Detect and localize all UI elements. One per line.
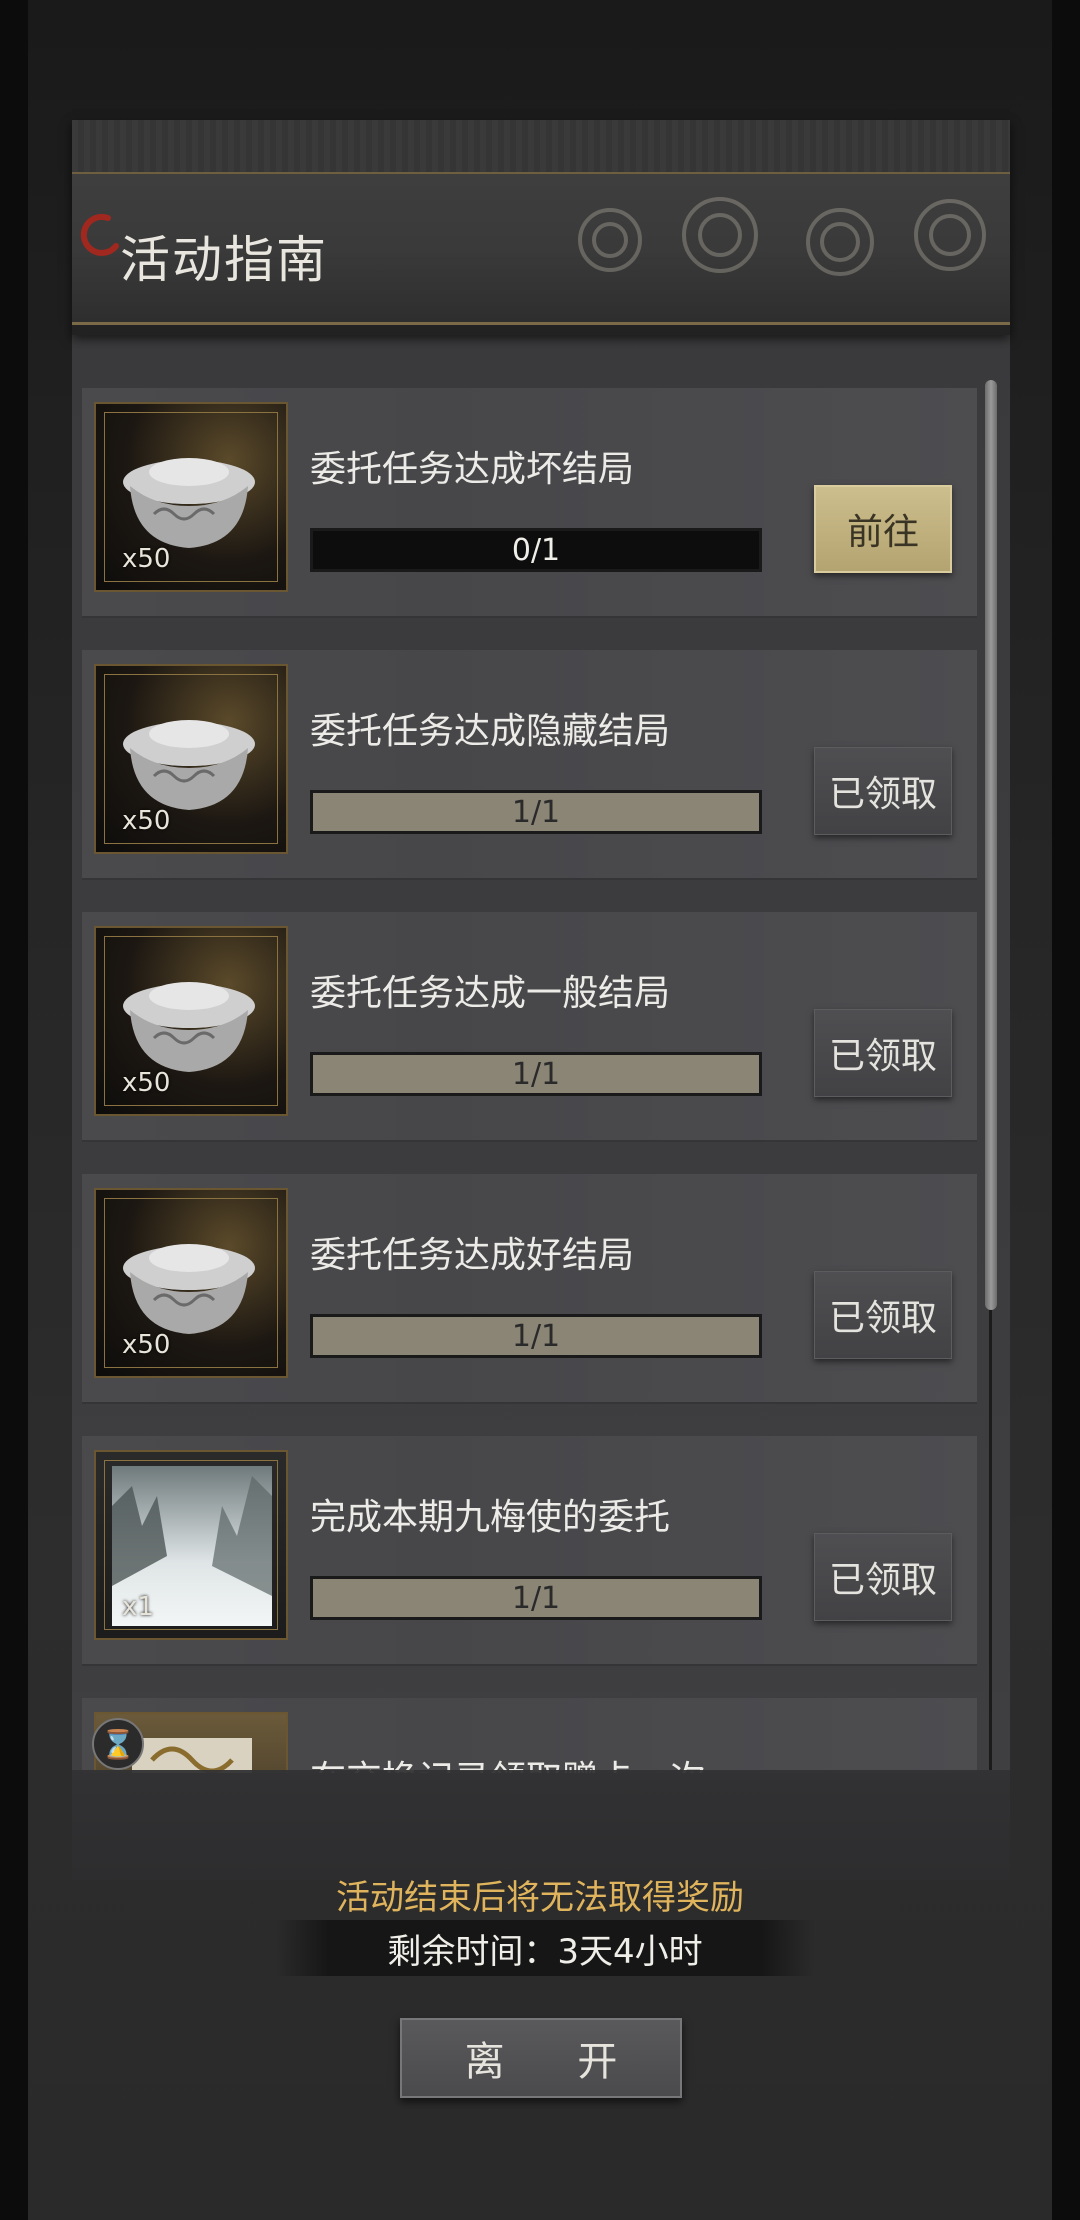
task-card: x50 委托任务达成好结局 1/1 已领取 [82, 1174, 977, 1402]
reward-item-slot[interactable]: x50 [94, 1188, 288, 1378]
task-progress-bar: 1/1 [310, 790, 762, 834]
scroll-card-icon [132, 1738, 252, 1773]
claimed-button[interactable]: 已领取 [814, 1271, 952, 1359]
reward-expiry-notice: 活动结束后将无法取得奖励 [336, 1878, 744, 1918]
task-title: 完成本期九梅使的委托 [310, 1497, 671, 1538]
silver-ingot-icon [123, 1244, 255, 1334]
claimed-button[interactable]: 已领取 [814, 747, 952, 835]
task-progress-bar: 0/1 [310, 528, 762, 572]
task-card: x50 委托任务达成隐藏结局 1/1 已领取 [82, 650, 977, 878]
remaining-time: 剩余时间：3天4小时 [275, 1920, 815, 1976]
task-list[interactable]: x50 委托任务达成坏结局 0/1 前往 x50 委托任务达成隐藏结局 1/1 … [82, 385, 982, 1773]
claimed-button[interactable]: 已领取 [814, 1533, 952, 1621]
hourglass-icon: ⌛ [92, 1718, 144, 1770]
reward-item-slot[interactable]: x50 [94, 402, 288, 592]
task-list-scrollbar[interactable] [985, 380, 997, 1770]
reward-quantity: x50 [122, 806, 171, 836]
progress-text: 1/1 [511, 1581, 561, 1616]
progress-text: 1/1 [511, 1057, 561, 1092]
progress-text: 1/1 [511, 1319, 561, 1354]
activity-guide-screen: 活动指南 x50 委托任务达成坏结局 0/1 前往 x50 委托任务达成隐藏结局… [0, 0, 1080, 2220]
task-card: x50 委托任务达成坏结局 0/1 前往 [82, 388, 977, 616]
panel-header: 活动指南 [72, 120, 1010, 335]
silver-ingot-icon [123, 720, 255, 810]
reward-quantity: x50 [122, 1068, 171, 1098]
page-title: 活动指南 [120, 231, 328, 289]
reward-item-slot[interactable]: x1 [94, 1450, 288, 1640]
header-bottom-trim [72, 322, 1010, 335]
scroll-thumb[interactable] [985, 380, 997, 1310]
header-ornament-band [72, 120, 1010, 174]
reward-quantity: x50 [122, 1330, 171, 1360]
task-card: 在交换记录领取赠卡一次 [82, 1698, 977, 1773]
task-title: 委托任务达成一般结局 [310, 973, 671, 1014]
leave-button[interactable]: 离 开 [400, 2018, 682, 2098]
go-button[interactable]: 前往 [814, 485, 952, 573]
silver-ingot-icon [123, 982, 255, 1072]
task-card: x50 委托任务达成一般结局 1/1 已领取 [82, 912, 977, 1140]
task-card: x1 完成本期九梅使的委托 1/1 已领取 [82, 1436, 977, 1664]
task-progress-bar: 1/1 [310, 1052, 762, 1096]
silver-ingot-icon [123, 458, 255, 548]
reward-quantity: x1 [122, 1592, 154, 1622]
task-progress-bar: 1/1 [310, 1314, 762, 1358]
cloud-pattern-icon [578, 197, 986, 276]
reward-item-slot[interactable]: x50 [94, 664, 288, 854]
task-progress-bar: 1/1 [310, 1576, 762, 1620]
task-title: 委托任务达成隐藏结局 [310, 711, 671, 752]
progress-text: 0/1 [511, 533, 561, 568]
task-title: 委托任务达成好结局 [310, 1235, 635, 1276]
reward-quantity: x50 [122, 544, 171, 574]
list-bottom-fade [72, 1770, 1010, 1880]
progress-text: 1/1 [511, 795, 561, 830]
reward-item-slot[interactable]: x50 [94, 926, 288, 1116]
red-swirl-icon [80, 213, 119, 256]
claimed-button[interactable]: 已领取 [814, 1009, 952, 1097]
task-title: 委托任务达成坏结局 [310, 449, 635, 490]
